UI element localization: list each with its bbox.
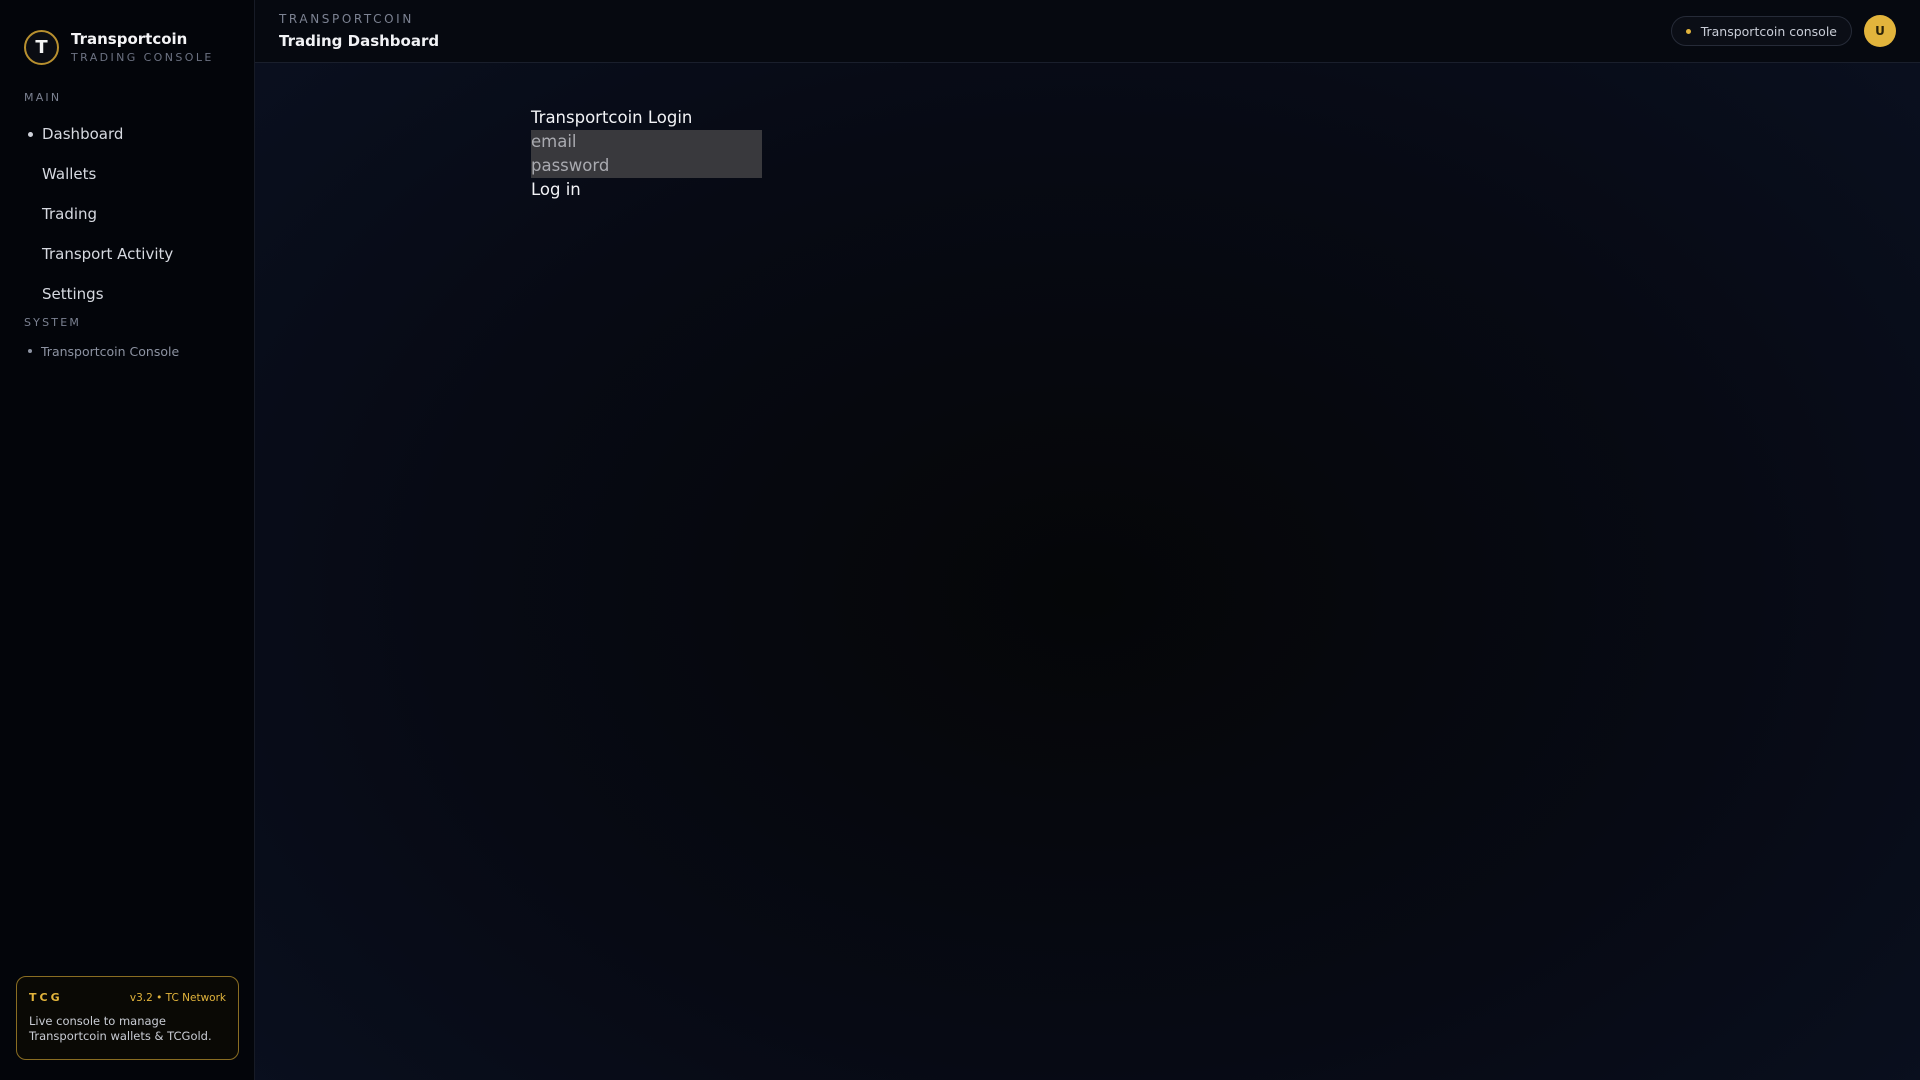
topbar-right: Transportcoin console U	[1670, 15, 1896, 47]
main-content: TRANSPORTCOIN Trading Dashboard Transpor…	[255, 0, 1920, 1080]
sidebar-footer-card: TCG v3.2 • TC Network Live console to ma…	[16, 976, 239, 1060]
footer-version: v3.2 • TC Network	[129, 991, 226, 1004]
login-title: Transportcoin Login	[531, 108, 693, 127]
brand: T Transportcoin TRADING CONSOLE	[0, 0, 254, 75]
sidebar-item-settings[interactable]: Settings	[0, 274, 254, 314]
inactive-dot-icon	[28, 172, 33, 177]
inactive-dot-icon	[28, 252, 33, 257]
sidebar-item-label: Wallets	[42, 165, 97, 183]
avatar[interactable]: U	[1864, 15, 1896, 47]
sidebar-item-label: Trading	[42, 205, 98, 223]
sidebar-item-label: Dashboard	[42, 125, 124, 143]
password-field[interactable]	[531, 154, 762, 178]
sidebar-item-transport-activity[interactable]: Transport Activity	[0, 234, 254, 274]
sidebar-system-item-label: Transportcoin Console	[41, 343, 180, 359]
app-root: T Transportcoin TRADING CONSOLE MAIN Das…	[0, 0, 1920, 1080]
brand-logo[interactable]: T	[24, 30, 59, 65]
breadcrumb: TRANSPORTCOIN Trading Dashboard	[279, 11, 439, 52]
footer-card-header: TCG v3.2 • TC Network	[29, 991, 226, 1004]
sidebar-item-transportcoin-console[interactable]: Transportcoin Console	[0, 335, 254, 367]
section-label-main: MAIN	[24, 91, 62, 104]
topbar: TRANSPORTCOIN Trading Dashboard Transpor…	[255, 0, 1920, 63]
sidebar-item-trading[interactable]: Trading	[0, 194, 254, 234]
sidebar-item-label: Settings	[42, 285, 104, 303]
login-form: Transportcoin Login Log in	[531, 106, 762, 202]
sidebar-item-wallets[interactable]: Wallets	[0, 154, 254, 194]
inactive-dot-icon	[28, 292, 33, 297]
console-pill-label: Transportcoin console	[1700, 23, 1837, 39]
section-label-system: SYSTEM	[24, 316, 82, 329]
brand-subtitle: TRADING CONSOLE	[71, 50, 214, 64]
inactive-dot-icon	[28, 212, 33, 217]
brand-text: Transportcoin TRADING CONSOLE	[71, 30, 214, 66]
brand-name: Transportcoin	[71, 29, 188, 48]
sidebar-item-dashboard[interactable]: Dashboard	[0, 114, 254, 154]
sidebar-nav: Dashboard Wallets Trading Transport Acti…	[0, 114, 254, 314]
status-dot-icon	[1685, 28, 1691, 34]
page-title: Trading Dashboard	[279, 31, 440, 50]
footer-description: Live console to manage Transportcoin wal…	[29, 1014, 212, 1043]
breadcrumb-eyebrow: TRANSPORTCOIN	[279, 11, 414, 26]
sidebar-item-label: Transport Activity	[42, 245, 174, 263]
bullet-icon	[28, 349, 32, 353]
active-dot-icon	[28, 131, 33, 137]
email-field[interactable]	[531, 130, 762, 154]
login-button[interactable]: Log in	[531, 178, 581, 202]
sidebar: T Transportcoin TRADING CONSOLE MAIN Das…	[0, 0, 255, 1080]
footer-tag: TCG	[29, 991, 63, 1004]
console-status-pill[interactable]: Transportcoin console	[1670, 16, 1852, 46]
